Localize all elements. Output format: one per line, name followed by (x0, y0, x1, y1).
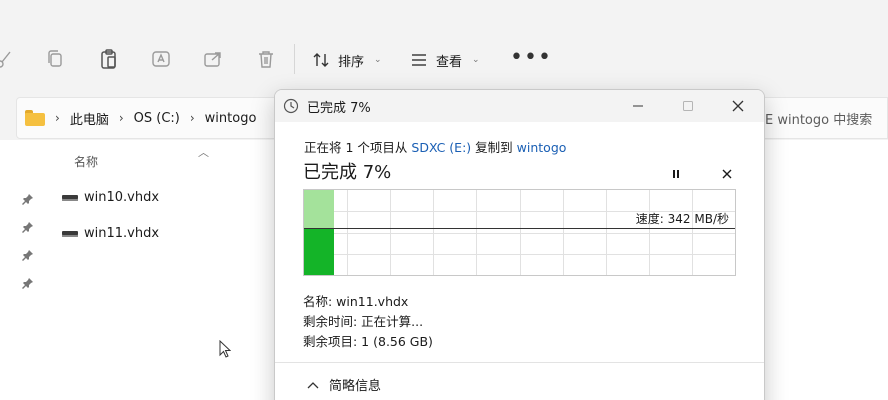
toolbar-divider (294, 44, 295, 74)
graph-gridline (347, 190, 348, 275)
copy-prefix: 正在将 1 个项目从 (304, 140, 408, 155)
speed-line (304, 228, 735, 229)
file-name: win10.vhdx (84, 190, 160, 205)
share-icon[interactable] (202, 48, 224, 70)
sort-icon (313, 53, 329, 67)
pause-button[interactable] (666, 164, 686, 184)
pin-icon (22, 193, 34, 205)
breadcrumb-this-pc[interactable]: 此电脑 (70, 109, 109, 128)
graph-gridline (390, 190, 391, 275)
destination-link[interactable]: wintogo (517, 140, 567, 155)
time-remaining-line: 剩余时间: 正在计算... (303, 314, 424, 329)
view-list-icon (412, 54, 426, 66)
mouse-cursor-icon (219, 339, 232, 358)
graph-gridline (649, 190, 650, 275)
speed-label: 速度: 342 MB/秒 (635, 212, 729, 226)
view-button[interactable]: 查看 ⌄ (410, 46, 480, 74)
close-button[interactable] (727, 96, 749, 116)
copy-icon[interactable] (44, 48, 66, 70)
folder-icon (25, 110, 45, 126)
pin-icon (22, 249, 34, 261)
more-options-button[interactable]: ••• (510, 46, 552, 74)
graph-gridline (433, 190, 434, 275)
graph-gridline (563, 190, 564, 275)
chevron-up-icon (307, 381, 319, 388)
list-item[interactable]: win10.vhdx (62, 190, 159, 205)
breadcrumb-wintogo[interactable]: wintogo (205, 111, 257, 126)
pin-icon (22, 277, 34, 289)
cancel-copy-button[interactable] (717, 164, 737, 184)
minimize-button[interactable] (627, 96, 649, 116)
progress-status: 已完成 7% (303, 162, 392, 183)
sort-button[interactable]: 排序 ⌄ (312, 46, 382, 74)
dialog-title: 已完成 7% (307, 100, 371, 116)
paste-icon[interactable] (98, 48, 120, 70)
chevron-right-icon: › (55, 111, 60, 125)
rename-icon[interactable] (150, 48, 172, 70)
graph-gridline (520, 190, 521, 275)
graph-gridline (692, 190, 693, 275)
chevron-down-icon: ⌄ (374, 55, 382, 65)
copy-to-text: 复制到 (475, 140, 513, 155)
breadcrumb-os-c[interactable]: OS (C:) (134, 111, 180, 126)
file-name-line: 名称: win11.vhdx (303, 294, 409, 309)
disk-image-icon (62, 230, 78, 237)
pause-icon (673, 170, 679, 178)
explorer-toolbar: 排序 ⌄ 查看 ⌄ ••• (0, 0, 888, 90)
column-header-name[interactable]: 名称 (74, 153, 98, 170)
dialog-content: 正在将 1 个项目从 SDXC (E:) 复制到 wintogo 已完成 7% … (275, 122, 764, 400)
items-remaining-line: 剩余项目: 1 (8.56 GB) (303, 334, 433, 349)
cut-icon[interactable] (0, 48, 16, 70)
file-name: win11.vhdx (84, 226, 160, 241)
graph-gridline (606, 190, 607, 275)
view-label: 查看 (436, 54, 463, 70)
maximize-icon (683, 101, 693, 111)
minimize-icon (633, 105, 643, 107)
speed-fill (304, 228, 334, 275)
divider (275, 362, 764, 363)
close-icon (732, 100, 744, 112)
copy-description: 正在将 1 个项目从 SDXC (E:) 复制到 wintogo (304, 137, 566, 156)
chevron-right-icon: › (118, 111, 124, 125)
delete-icon[interactable] (255, 48, 277, 70)
clock-icon (283, 98, 299, 114)
copy-progress-dialog: 已完成 7% 正在将 1 个项目从 SDXC (E:) 复制到 wintogo … (274, 89, 765, 400)
disk-image-icon (62, 194, 78, 201)
graph-gridline (476, 190, 477, 275)
list-item[interactable]: win11.vhdx (62, 226, 159, 241)
search-input[interactable]: E wintogo 中搜索 (760, 97, 888, 139)
fewer-details-button[interactable]: 简略信息 (307, 375, 381, 394)
fewer-details-label: 简略信息 (329, 379, 382, 394)
close-icon (722, 169, 732, 179)
pin-icon (22, 221, 34, 233)
chevron-right-icon: › (189, 111, 195, 125)
source-link[interactable]: SDXC (E:) (411, 140, 471, 155)
chevron-down-icon: ⌄ (472, 55, 480, 65)
sort-label: 排序 (338, 54, 365, 70)
transfer-speed-graph: 速度: 342 MB/秒 (303, 189, 736, 276)
search-placeholder: E wintogo 中搜索 (765, 112, 873, 128)
maximize-button (677, 96, 699, 116)
sort-ascending-icon: ︿ (198, 146, 209, 159)
